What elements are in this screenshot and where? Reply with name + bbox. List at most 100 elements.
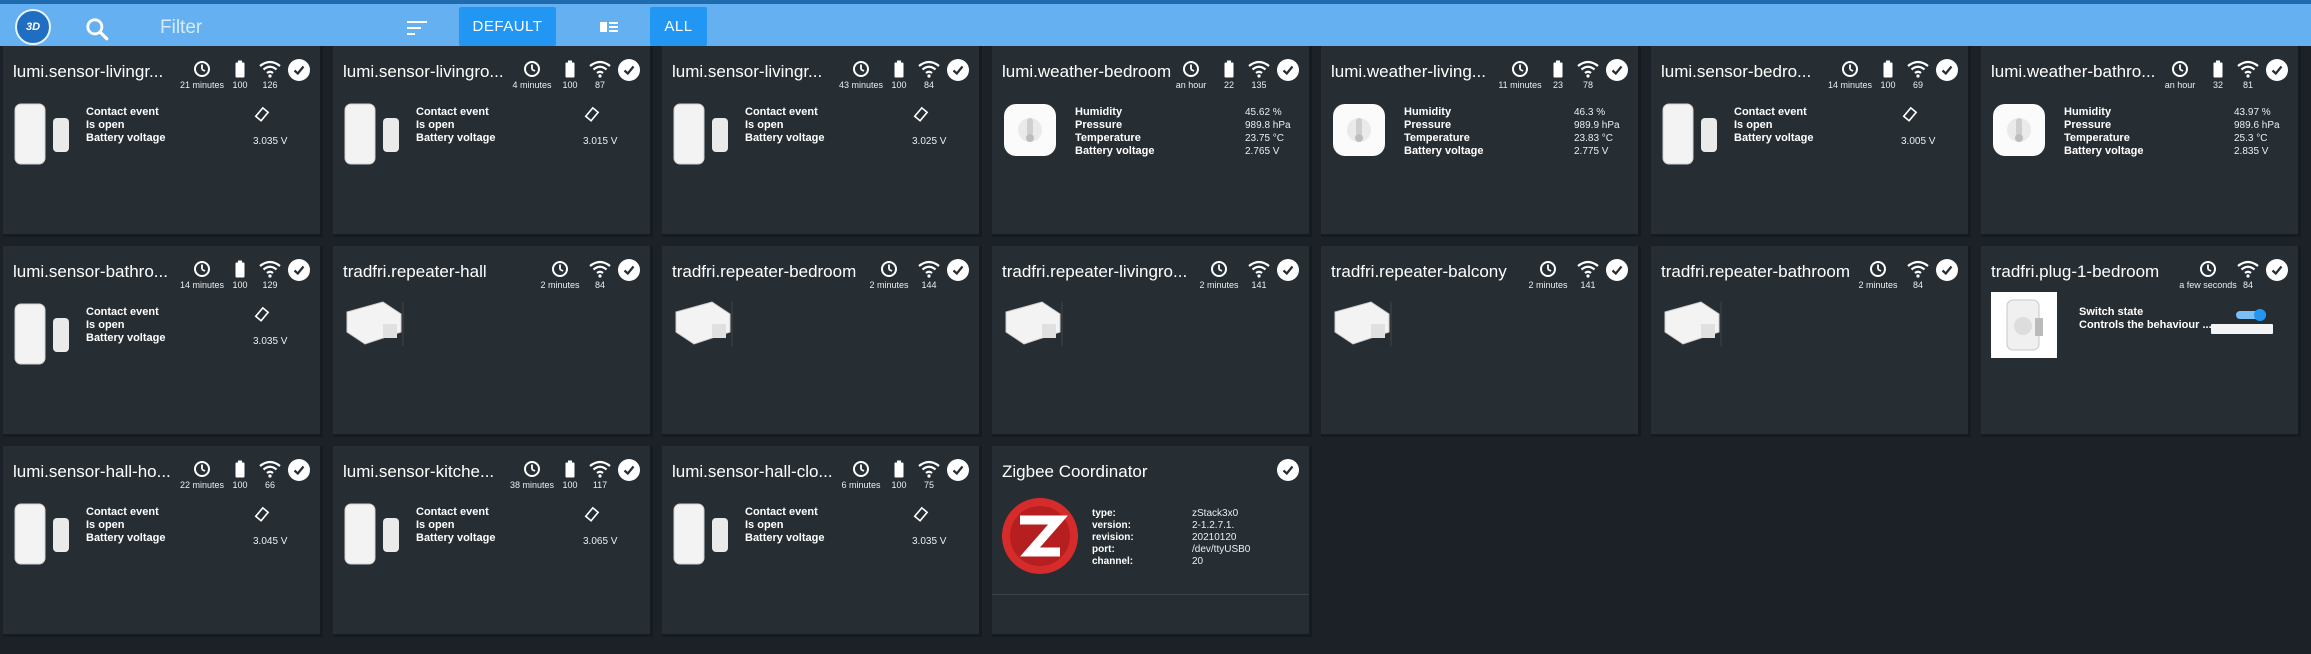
device-title[interactable]: tradfri.plug-1-bedroom [1991,262,2159,282]
last-seen-value: 43 minutes [838,80,884,90]
wifi-icon [1907,260,1929,278]
property-label: Battery voltage [745,532,825,544]
status-check-icon [618,59,640,81]
wifi-icon [589,460,611,478]
device-title[interactable]: lumi.sensor-bathro... [13,262,168,282]
device-card[interactable]: lumi.sensor-kitche... 117 100 38 minutes Con… [333,446,653,637]
property-label: Is open [86,519,125,531]
device-image [343,100,401,168]
device-card[interactable]: tradfri.plug-1-bedroom 84 a few seconds Swi… [1981,246,2301,437]
battery-voltage-value: 3.045 V [253,536,288,547]
behaviour-select[interactable] [2211,324,2273,334]
device-card[interactable]: lumi.sensor-livingro... 87 100 4 minutes Con… [333,46,653,237]
device-image [1661,100,1719,168]
last-seen-value: 14 minutes [179,280,225,290]
device-card[interactable]: lumi.sensor-livingr... 84 100 43 minutes Con… [662,46,982,237]
all-button[interactable]: ALL [650,7,707,46]
device-card[interactable]: lumi.sensor-livingr... 126 100 21 minutes Co… [3,46,323,237]
coordinator-keys: type: version: revision: port: channel: [1092,508,1134,568]
battery-value: 100 [562,480,578,490]
property-label: Contact event [86,506,159,518]
link-quality-stat: 66 [255,460,285,490]
device-title[interactable]: lumi.sensor-hall-ho... [13,462,171,482]
device-card[interactable]: lumi.weather-living... 78 23 11 minutes Humi… [1321,46,1641,237]
status-check-icon [2266,259,2288,281]
last-seen-value: 2 minutes [1858,280,1898,290]
status-check-icon [618,259,640,281]
link-quality-value: 135 [1251,80,1267,90]
clock-icon [524,461,540,477]
wifi-icon [918,260,940,278]
device-title[interactable]: tradfri.repeater-balcony [1331,262,1507,282]
device-title[interactable]: lumi.weather-bedroom [1002,62,1171,82]
search-icon[interactable] [84,16,110,42]
view-toggle-button[interactable] [590,7,628,46]
property-labels: Switch state Controls the behaviour ... [2079,306,2212,332]
property-value: 25.3 °C [2234,133,2268,144]
clock-icon [853,61,869,77]
device-title[interactable]: lumi.weather-living... [1331,62,1486,82]
switch-state-toggle[interactable] [2236,308,2268,321]
device-card[interactable]: tradfri.repeater-bedroom 144 2 minutes [662,246,982,437]
link-quality-stat: 75 [914,460,944,490]
device-image [1331,100,1389,168]
device-card[interactable]: lumi.sensor-hall-clo... 75 100 6 minutes Con… [662,446,982,637]
device-title[interactable]: lumi.sensor-hall-clo... [672,462,833,482]
battery-icon [1553,60,1563,78]
link-quality-value: 81 [2242,80,2253,90]
clock-icon [524,61,540,77]
device-title[interactable]: lumi.sensor-livingr... [13,62,163,82]
property-value: 2.775 V [1574,146,1609,157]
device-title[interactable]: lumi.sensor-bedro... [1661,62,1811,82]
device-card[interactable]: tradfri.repeater-hall 84 2 minutes [333,246,653,437]
link-quality-value: 66 [264,480,275,490]
device-title[interactable]: lumi.weather-bathro... [1991,62,2155,82]
device-title[interactable]: lumi.sensor-kitche... [343,462,494,482]
device-card[interactable]: lumi.sensor-bathro... 129 100 14 minutes Con… [3,246,323,437]
status-check-icon [947,259,969,281]
battery-value: 32 [2212,80,2223,90]
property-label: Temperature [2064,132,2130,144]
device-card[interactable]: lumi.sensor-bedro... 69 100 14 minutes Conta… [1651,46,1971,237]
device-card[interactable]: lumi.weather-bedroom 135 22 an hour Humidity… [992,46,1312,237]
sort-icon[interactable] [406,19,428,37]
property-labels: Humidity Pressure Temperature Battery volta… [1075,106,1154,158]
battery-value: 100 [232,80,248,90]
device-title[interactable]: tradfri.repeater-bedroom [672,262,856,282]
device-card[interactable]: tradfri.repeater-bathroom 84 2 minutes [1651,246,1971,437]
link-quality-value: 69 [1912,80,1923,90]
property-value: 2.835 V [2234,146,2269,157]
filter-input[interactable] [160,14,410,42]
wifi-icon [918,460,940,478]
last-seen-value: 11 minutes [1498,80,1542,90]
clock-icon [2172,61,2188,77]
default-button[interactable]: DEFAULT [459,7,556,46]
status-check-icon [1277,59,1299,81]
status-check-icon [618,459,640,481]
coordinator-title[interactable]: Zigbee Coordinator [1002,462,1148,482]
clock-icon [194,61,210,77]
last-seen-stat: a few seconds [2179,260,2237,290]
battery-icon [565,60,575,78]
device-card[interactable]: tradfri.repeater-balcony 141 2 minutes [1321,246,1641,437]
device-card[interactable]: lumi.sensor-hall-ho... 66 100 22 minutes Con… [3,446,323,637]
link-quality-stat: 84 [2233,260,2263,290]
property-label: Humidity [2064,106,2112,118]
device-title[interactable]: tradfri.repeater-bathroom [1661,262,1850,282]
device-title[interactable]: lumi.sensor-livingr... [672,62,822,82]
battery-value: 100 [1880,80,1896,90]
coordinator-value: 2-1.2.7.1. [1192,520,1235,531]
last-seen-stat: an hour [2165,60,2195,90]
device-card[interactable]: tradfri.repeater-livingro... 141 2 minutes [992,246,1312,437]
device-title[interactable]: tradfri.repeater-livingro... [1002,262,1187,282]
last-seen-value: 4 minutes [512,80,552,90]
last-seen-stat: 6 minutes [841,460,881,490]
app-logo[interactable]: 3D [15,9,51,45]
coordinator-card[interactable]: Zigbee Coordinator type: version: revision:… [992,446,1312,637]
device-card[interactable]: lumi.weather-bathro... 81 32 an hour Humidit… [1981,46,2301,237]
clock-icon [881,261,897,277]
contact-icon [1901,106,1919,124]
device-title[interactable]: lumi.sensor-livingro... [343,62,504,82]
property-label: Contact event [416,106,489,118]
device-title[interactable]: tradfri.repeater-hall [343,262,487,282]
